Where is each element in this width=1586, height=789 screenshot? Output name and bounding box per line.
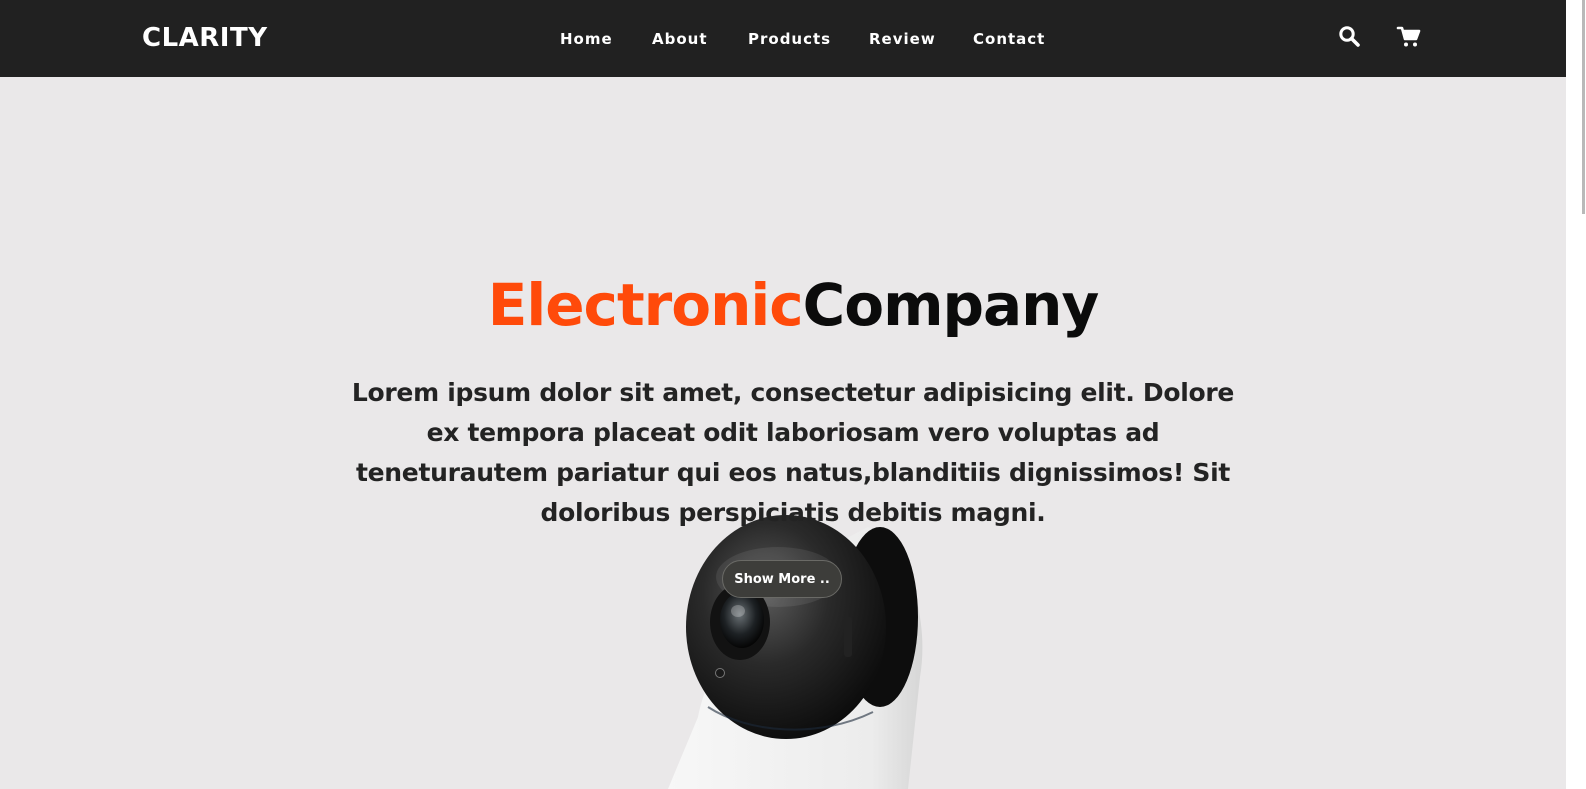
hero-title: ElectronicCompany bbox=[0, 267, 1586, 343]
search-icon bbox=[1339, 26, 1360, 47]
page: CLARITY Home About Products Review Conta… bbox=[0, 0, 1586, 789]
nav-link-contact[interactable]: Contact bbox=[973, 26, 1045, 52]
nav-link-review[interactable]: Review bbox=[869, 26, 936, 52]
hero-title-rest: Company bbox=[802, 271, 1100, 339]
hero-title-accent: Electronic bbox=[487, 271, 804, 339]
show-more-button[interactable]: Show More .. bbox=[722, 560, 842, 598]
navbar: CLARITY Home About Products Review Conta… bbox=[0, 0, 1586, 77]
site-logo[interactable]: CLARITY bbox=[142, 19, 268, 57]
nav-link-home[interactable]: Home bbox=[560, 26, 613, 52]
hero-section: ElectronicCompany Lorem ipsum dolor sit … bbox=[0, 77, 1586, 789]
search-button[interactable] bbox=[1337, 24, 1363, 50]
hero-description: Lorem ipsum dolor sit amet, consectetur … bbox=[351, 378, 1235, 527]
nav-link-products[interactable]: Products bbox=[748, 26, 831, 52]
scrollbar-thumb[interactable] bbox=[1582, 0, 1585, 214]
cart-button[interactable] bbox=[1396, 24, 1422, 50]
cart-icon bbox=[1396, 26, 1421, 47]
security-camera-image bbox=[668, 515, 923, 789]
nav-link-about[interactable]: About bbox=[652, 26, 708, 52]
